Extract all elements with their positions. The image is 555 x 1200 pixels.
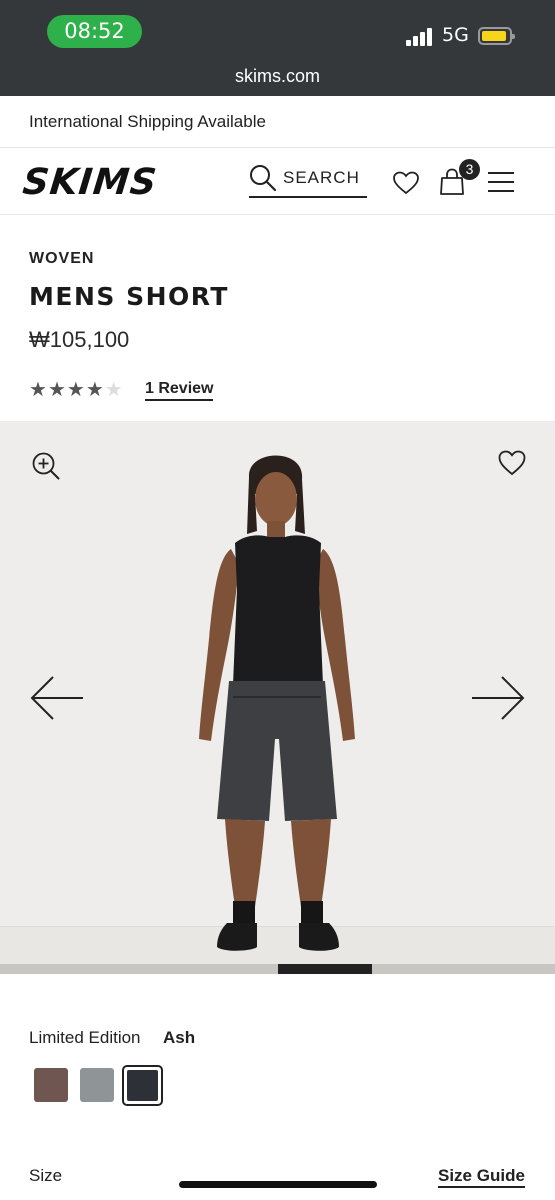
product-image-gallery[interactable]	[0, 421, 555, 964]
product-price: ₩105,100	[29, 327, 130, 352]
star-filled-icon: ★	[47, 379, 67, 401]
product-model-image	[199, 455, 355, 951]
size-label: Size	[29, 1166, 63, 1185]
product-category: WOVEN	[29, 250, 95, 267]
product-title: MENS SHORT	[29, 282, 229, 311]
star-filled-icon: ★	[66, 379, 86, 401]
gallery-progress-bar[interactable]	[0, 964, 555, 974]
previous-image-arrow-icon[interactable]	[29, 674, 85, 722]
network-label: 5G	[442, 24, 469, 46]
shipping-banner-text: International Shipping Available	[29, 112, 266, 131]
status-bar: 08:52 5G skims.com	[0, 0, 555, 96]
search-icon	[250, 165, 277, 192]
wishlist-heart-icon[interactable]	[393, 171, 419, 195]
favorite-heart-icon[interactable]	[498, 450, 526, 476]
star-filled-icon: ★	[85, 379, 105, 401]
size-guide-link[interactable]: Size Guide	[438, 1166, 525, 1188]
status-time: 08:52	[47, 15, 142, 48]
signal-icon	[406, 28, 436, 46]
skims-logo[interactable]: SKIMS	[21, 162, 159, 203]
color-label: Limited Edition	[29, 1028, 141, 1047]
color-swatch-brown[interactable]	[34, 1068, 68, 1102]
color-swatch-ash-selected[interactable]	[122, 1065, 163, 1106]
rating-stars: ★★★★★	[29, 377, 124, 402]
battery-icon	[478, 27, 515, 45]
next-image-arrow-icon[interactable]	[470, 674, 526, 722]
selected-color-name: Ash	[163, 1028, 196, 1047]
star-filled-icon: ★	[29, 379, 48, 401]
star-empty-icon: ★	[104, 379, 124, 401]
search-button[interactable]: SEARCH	[249, 162, 367, 198]
url-bar[interactable]: skims.com	[0, 66, 555, 87]
color-swatch-grey[interactable]	[80, 1068, 114, 1102]
search-label: SEARCH	[283, 168, 360, 187]
gallery-progress-thumb	[277, 964, 372, 974]
cart-count-badge: 3	[459, 159, 480, 180]
review-link[interactable]: 1 Review	[145, 380, 214, 401]
home-indicator[interactable]	[179, 1181, 377, 1188]
hamburger-menu-icon[interactable]	[487, 171, 515, 193]
site-header: SKIMS SEARCH	[0, 148, 555, 215]
zoom-in-icon[interactable]	[32, 452, 60, 480]
shipping-banner: International Shipping Available	[0, 96, 555, 148]
